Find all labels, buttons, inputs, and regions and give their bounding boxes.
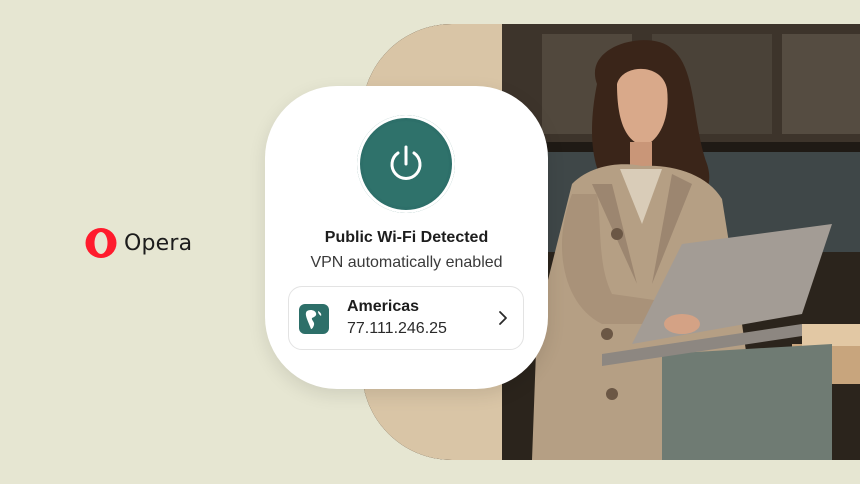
globe-americas-icon [299, 304, 329, 334]
opera-o-icon [85, 228, 117, 258]
opera-logo: Opera [84, 227, 192, 259]
chevron-right-icon[interactable] [497, 310, 509, 326]
vpn-status-card: Public Wi-Fi Detected VPN automatically … [265, 86, 548, 389]
brand-name: Opera [124, 230, 193, 256]
vpn-location-selector[interactable]: Americas 77.111.246.25 [288, 286, 524, 350]
vpn-status-subtitle: VPN automatically enabled [310, 254, 503, 271]
vpn-status-title: Public Wi-Fi Detected [324, 229, 489, 246]
vpn-power-button[interactable] [357, 115, 455, 213]
location-ip: 77.111.246.25 [347, 320, 447, 337]
location-region: Americas [347, 298, 420, 315]
power-icon [390, 145, 422, 180]
